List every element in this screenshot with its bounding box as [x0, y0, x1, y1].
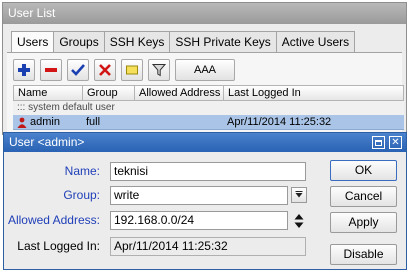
up-down-arrows-icon: [294, 214, 304, 228]
cross-icon: [99, 64, 111, 76]
group-select[interactable]: write: [110, 186, 288, 205]
user-name: admin: [30, 116, 60, 128]
name-field[interactable]: teknisi: [110, 162, 306, 181]
note-icon: [126, 65, 138, 75]
cell-last-logged-in: Apr/11/2014 11:25:32: [227, 116, 332, 128]
ok-button[interactable]: OK: [330, 160, 397, 181]
name-label: Name:: [64, 164, 100, 178]
col-name[interactable]: Name: [14, 86, 83, 100]
filter-button[interactable]: [148, 59, 170, 81]
cancel-button[interactable]: Cancel: [330, 186, 397, 207]
comment-button[interactable]: [121, 59, 143, 81]
plus-icon: [18, 64, 30, 76]
close-icon[interactable]: ✕: [389, 136, 402, 149]
last-logged-in-value: Apr/11/2014 11:25:32: [110, 237, 306, 256]
allowed-address-field[interactable]: 192.168.0.0/24: [110, 211, 288, 230]
table-row[interactable]: admin full Apr/11/2014 11:25:32: [13, 115, 404, 130]
toolbar: AAA: [13, 59, 235, 81]
check-icon: [71, 64, 85, 76]
cell-allowed-address: [134, 115, 223, 129]
col-allowed-address[interactable]: Allowed Address: [135, 86, 224, 100]
minus-icon: [45, 68, 57, 72]
user-icon: [17, 117, 27, 128]
maximize-icon[interactable]: [372, 136, 385, 149]
table-header: Name Group Allowed Address Last Logged I…: [13, 85, 404, 101]
enable-button[interactable]: [67, 59, 89, 81]
tab-ssh-private-keys[interactable]: SSH Private Keys: [170, 31, 277, 53]
col-group[interactable]: Group: [83, 86, 135, 100]
users-panel: AAA Name Group Allowed Address Last Logg…: [7, 52, 404, 134]
address-spinner[interactable]: [291, 212, 307, 230]
window-title: User List: [3, 3, 406, 24]
group-dropdown-button[interactable]: [291, 187, 307, 203]
allowed-address-label: Allowed Address:: [7, 213, 100, 227]
last-logged-in-label: Last Logged In:: [17, 239, 100, 253]
filter-icon: [152, 64, 166, 77]
tab-active-users[interactable]: Active Users: [276, 31, 356, 53]
tab-groups[interactable]: Groups: [54, 31, 105, 53]
user-dialog: User <admin> ✕ Name: teknisi Group: writ…: [3, 132, 407, 270]
tab-users[interactable]: Users: [11, 31, 55, 54]
dialog-title-bar: User <admin> ✕: [4, 133, 406, 152]
cell-name: admin: [13, 115, 82, 129]
apply-button[interactable]: Apply: [330, 212, 397, 233]
tab-bar: Users Groups SSH Keys SSH Private Keys A…: [11, 31, 356, 54]
group-label: Group:: [63, 188, 100, 202]
row-comment: ::: system default user: [13, 101, 404, 115]
disable-user-button[interactable]: Disable: [330, 244, 397, 265]
dialog-title: User <admin>: [9, 135, 85, 149]
add-button[interactable]: [13, 59, 35, 81]
disable-button[interactable]: [94, 59, 116, 81]
users-table: Name Group Allowed Address Last Logged I…: [13, 85, 404, 130]
remove-button[interactable]: [40, 59, 62, 81]
cell-group: full: [86, 116, 101, 128]
chevron-down-icon: [295, 191, 303, 198]
col-last-logged-in[interactable]: Last Logged In: [224, 86, 403, 100]
user-list-window: User List Users Groups SSH Keys SSH Priv…: [2, 2, 407, 135]
find-button[interactable]: AAA: [175, 59, 235, 81]
tab-ssh-keys[interactable]: SSH Keys: [104, 31, 171, 53]
